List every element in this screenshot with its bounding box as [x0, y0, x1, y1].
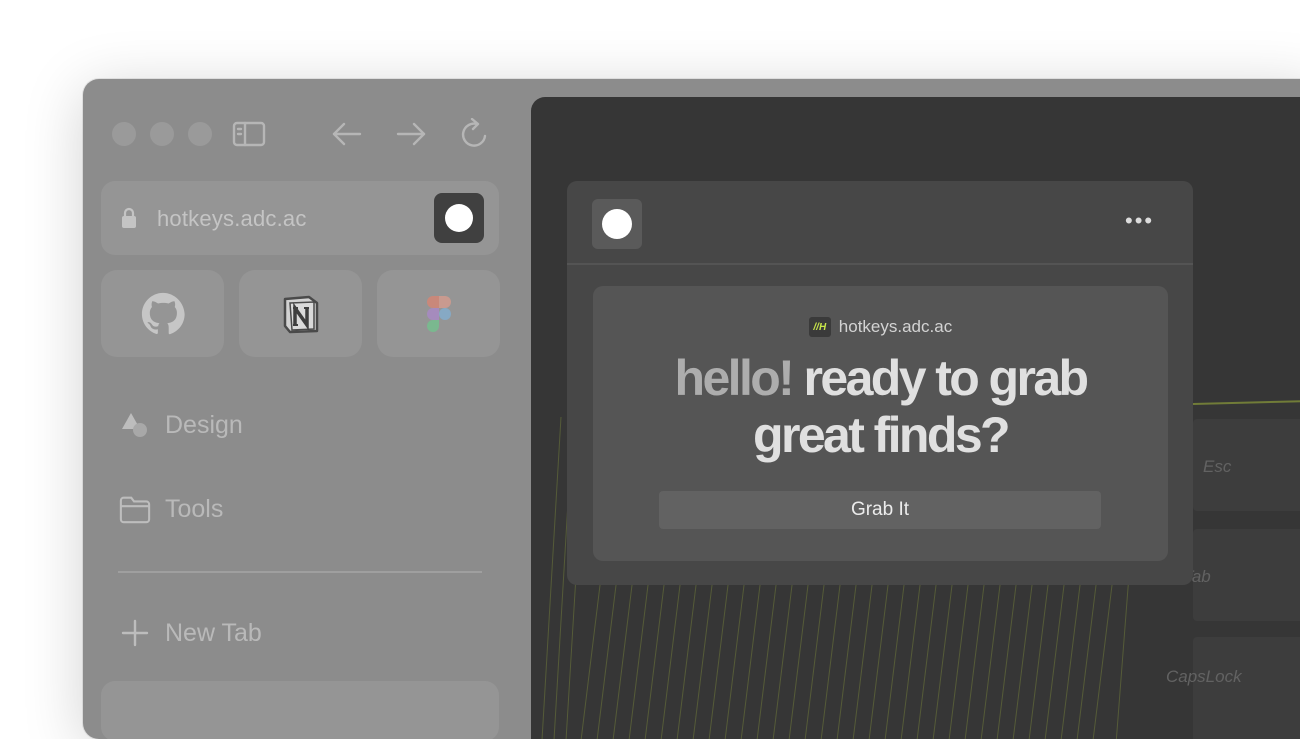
arrow-right-icon	[396, 122, 426, 146]
sidebar-item-label: Design	[165, 410, 243, 439]
site-url: hotkeys.adc.ac	[838, 317, 953, 336]
favorite-figma[interactable]	[377, 270, 500, 357]
back-button[interactable]	[329, 117, 365, 151]
headline-text: ready to grab	[803, 350, 1090, 406]
extension-popup: ••• //H hotkeys.adc.ac hello! ready to g…	[567, 181, 1193, 585]
github-icon	[141, 292, 185, 334]
grab-card: //H hotkeys.adc.ac hello! ready to grab …	[593, 286, 1168, 561]
sidebar-divider	[118, 571, 482, 573]
headline-line2: great finds?	[753, 407, 1011, 463]
address-text: hotkeys.adc.ac	[157, 206, 307, 231]
more-options-button[interactable]: •••	[1125, 210, 1154, 232]
sidebar-tab[interactable]	[101, 681, 499, 739]
web-content: Esc Tab CapsLock ••• //H hotkeys.adc.ac …	[531, 97, 1300, 739]
address-bar[interactable]: hotkeys.adc.ac	[101, 181, 499, 255]
window-controls	[112, 122, 212, 146]
lock-icon	[122, 207, 136, 228]
sidebar-toggle-button[interactable]	[231, 117, 267, 151]
sidebar-item-label: Tools	[165, 494, 224, 523]
reload-icon	[461, 118, 487, 147]
minimize-window-button[interactable]	[150, 122, 174, 146]
headline: hello! ready to grab great finds?	[593, 350, 1168, 464]
headline-greeting: hello!	[674, 350, 795, 406]
site-info: //H hotkeys.adc.ac	[593, 317, 1168, 337]
favorite-github[interactable]	[101, 270, 224, 357]
favorite-notion[interactable]	[239, 270, 362, 357]
browser-window: hotkeys.adc.ac Design Tools New Tab Esc …	[83, 79, 1300, 739]
close-window-button[interactable]	[112, 122, 136, 146]
extension-button[interactable]	[434, 193, 484, 243]
site-logo-icon: //H	[808, 317, 831, 337]
avatar-icon	[602, 209, 632, 239]
notion-icon	[283, 295, 318, 333]
sidebar-item-design[interactable]: Design	[119, 409, 243, 441]
extension-icon	[445, 204, 473, 232]
key-esc: Esc	[1203, 457, 1232, 476]
grab-it-button[interactable]: Grab It	[659, 491, 1101, 529]
sidebar-icon	[232, 121, 266, 147]
figma-icon	[426, 295, 451, 332]
reload-button[interactable]	[457, 117, 493, 151]
shapes-icon	[119, 409, 151, 441]
popup-avatar[interactable]	[592, 199, 642, 249]
key-capslock: CapsLock	[1166, 667, 1242, 686]
new-tab-label: New Tab	[165, 618, 262, 647]
sidebar-item-tools[interactable]: Tools	[119, 493, 223, 525]
forward-button[interactable]	[393, 117, 429, 151]
folder-icon	[119, 493, 151, 525]
zoom-window-button[interactable]	[188, 122, 212, 146]
plus-icon	[119, 617, 151, 649]
new-tab-button[interactable]: New Tab	[119, 617, 262, 649]
arrow-left-icon	[332, 122, 362, 146]
popup-header: •••	[567, 181, 1193, 265]
